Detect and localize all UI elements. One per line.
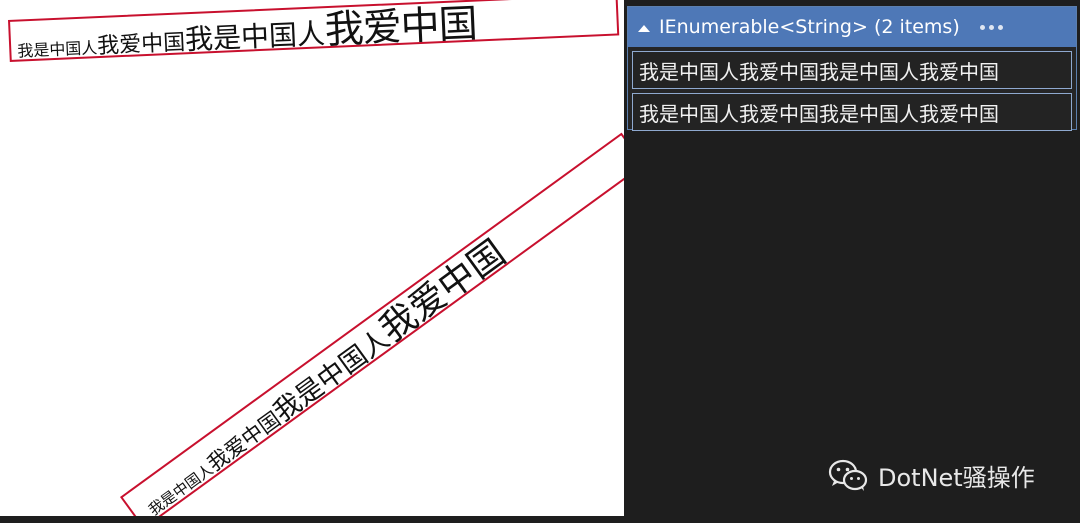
text-box-diagonal: 我是中国人 我爱中国 我是中国人 我爱中国 <box>120 132 624 516</box>
text-segment: 我爱中国 <box>96 30 186 60</box>
watermark: DotNet骚操作 <box>828 458 1035 493</box>
debugger-datatip: IEnumerable<String> (2 items) 我是中国人我爱中国我… <box>627 6 1077 131</box>
screenshot-root: 我是中国人 我爱中国 我是中国人 我爱中国 我是中国人 我爱中国 我是中国人 我… <box>0 0 1080 523</box>
text-segment: 我爱中国 <box>372 232 514 351</box>
datatip-header[interactable]: IEnumerable<String> (2 items) <box>628 7 1076 47</box>
ellipsis-icon[interactable] <box>979 24 1003 30</box>
text-segment: 我是中国人 <box>145 460 217 516</box>
text-segment: 我爱中国 <box>203 407 286 476</box>
text-line: 我是中国人 我爱中国 我是中国人 我爱中国 <box>129 225 514 516</box>
text-box-horizontal: 我是中国人 我爱中国 我是中国人 我爱中国 <box>8 0 620 62</box>
text-segment: 我是中国人 <box>268 323 396 429</box>
datatip-title: IEnumerable<String> (2 items) <box>659 16 960 38</box>
datatip-item[interactable]: 我是中国人我爱中国我是中国人我爱中国 <box>632 51 1072 89</box>
collapse-caret-icon[interactable] <box>638 24 650 32</box>
text-segment: 我是中国人 <box>16 38 98 61</box>
datatip-item[interactable]: 我是中国人我爱中国我是中国人我爱中国 <box>632 93 1072 131</box>
render-canvas: 我是中国人 我爱中国 我是中国人 我爱中国 我是中国人 我爱中国 我是中国人 我… <box>0 0 624 516</box>
wechat-icon <box>828 459 868 491</box>
text-segment: 我是中国人 <box>184 17 326 57</box>
text-line: 我是中国人 我爱中国 我是中国人 我爱中国 <box>16 0 478 62</box>
watermark-text: DotNet骚操作 <box>878 464 1035 492</box>
text-segment: 我爱中国 <box>323 1 478 54</box>
